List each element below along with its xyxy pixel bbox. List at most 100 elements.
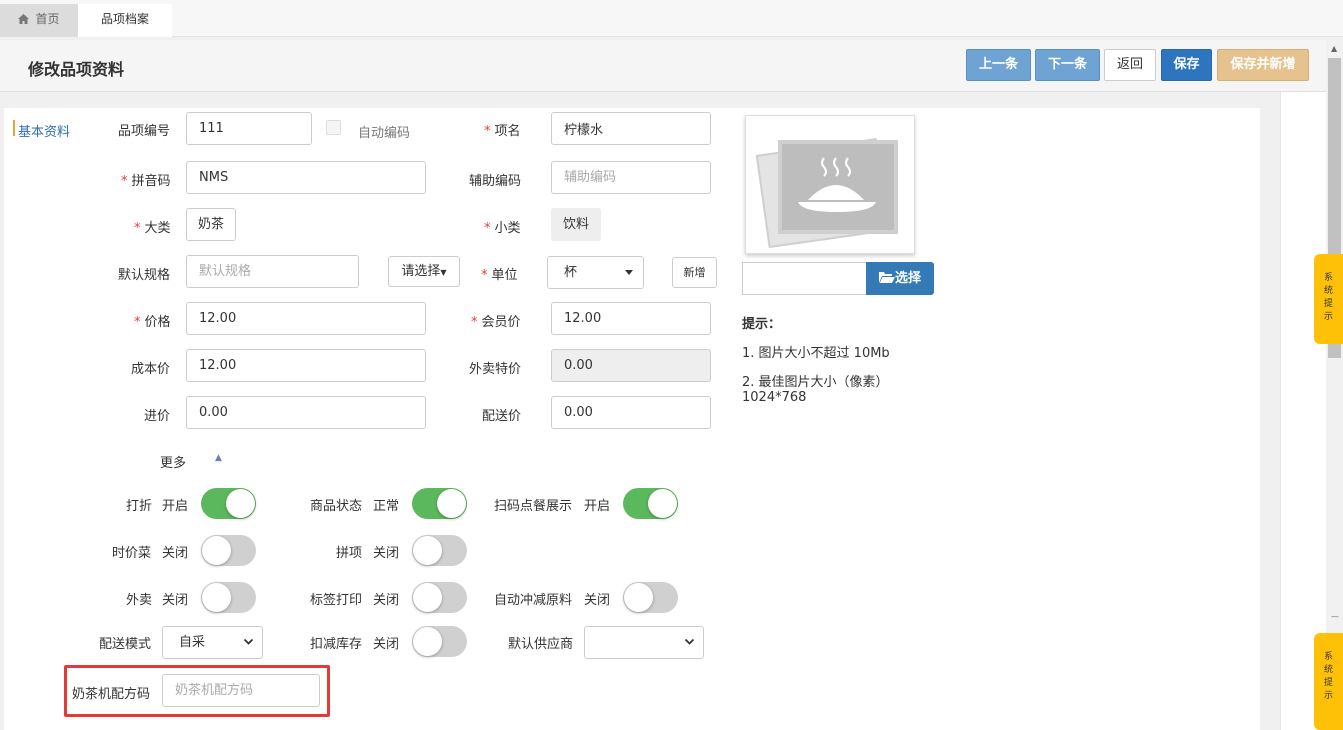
prev-button[interactable]: 上一条 (966, 49, 1031, 81)
delivery-price-input[interactable] (551, 396, 711, 429)
hint-title: 提示： (742, 317, 782, 332)
toggle-knob (202, 536, 231, 565)
code-input[interactable] (186, 112, 312, 145)
tab-home-label: 首页 (35, 12, 60, 26)
takeout-toggle[interactable] (201, 582, 256, 613)
tab-item-archive[interactable]: 品项档案 (78, 4, 172, 37)
toggle-knob (413, 536, 442, 565)
milk-tea-code-label: 奶茶机配方码 (72, 687, 151, 702)
delivery-mode-select[interactable]: 自采 (162, 626, 263, 659)
choose-image-button[interactable]: 选择 (866, 262, 934, 295)
category-label-text: 大类 (144, 221, 171, 236)
system-tip-tab[interactable]: 系统提示 (1314, 254, 1343, 344)
spec-choose-button[interactable]: 请选择▼ (388, 256, 460, 287)
status-state: 正常 (373, 499, 400, 514)
purchase-price-input[interactable] (186, 396, 426, 429)
scroll-down-arrow-icon[interactable]: — (1331, 612, 1339, 621)
unit-select-value: 杯 (564, 265, 578, 280)
pinyin-label: * 拼音码 (121, 174, 171, 189)
scroll-up-arrow-icon[interactable]: ▲ (1331, 44, 1337, 53)
caret-down-icon: ▼ (440, 268, 447, 277)
member-price-label-text: 会员价 (481, 315, 521, 330)
auto-deduct-state: 关闭 (584, 593, 611, 608)
chevron-down-icon (243, 638, 254, 645)
caret-down-icon (625, 270, 633, 275)
toggle-knob (413, 627, 442, 656)
subcategory-label-text: 小类 (494, 221, 521, 236)
toggle-knob (624, 583, 653, 612)
purchase-price-label: 进价 (144, 409, 171, 424)
supplier-select[interactable] (584, 626, 704, 659)
discount-state: 开启 (162, 499, 189, 514)
seasonal-state: 关闭 (162, 546, 189, 561)
toggle-knob (648, 489, 677, 518)
unit-add-button[interactable]: 新增 (672, 257, 717, 288)
section-basic-info[interactable]: 基本资料 (18, 121, 70, 140)
food-placeholder-icon (755, 138, 898, 249)
hint-line-2: 2. 最佳图片大小（像素） (742, 375, 889, 390)
pinyin-input[interactable] (186, 161, 426, 194)
hint-line-3: 1024*768 (742, 390, 807, 405)
deduct-stock-toggle[interactable] (412, 626, 467, 657)
page-title: 修改品项资料 (28, 60, 125, 79)
delivery-mode-label: 配送模式 (99, 637, 152, 652)
auto-code-label: 自动编码 (358, 126, 411, 141)
toggle-knob (413, 583, 442, 612)
system-tip-tab-bottom[interactable]: 系统提示 (1314, 633, 1343, 730)
page-header: 修改品项资料 上一条 下一条 返回 保存 保存并新增 (0, 40, 1328, 92)
discount-toggle[interactable] (201, 488, 256, 519)
subcategory-tag[interactable]: 饮料 (551, 208, 602, 241)
toggle-knob (437, 489, 466, 518)
takeout-state: 关闭 (162, 593, 189, 608)
spec-choose-label: 请选择 (401, 264, 441, 279)
code-label: 品项编号 (118, 124, 171, 139)
collapse-up-icon[interactable]: ▲ (215, 453, 222, 463)
hint-line-1: 1. 图片大小不超过 10Mb (742, 346, 890, 361)
category-tag[interactable]: 奶茶 (186, 208, 237, 241)
file-path-input[interactable] (742, 262, 868, 295)
deduct-stock-state: 关闭 (373, 637, 400, 652)
aux-code-input[interactable] (551, 161, 711, 194)
combo-toggle[interactable] (412, 535, 467, 566)
unit-label: * 单位 (481, 268, 518, 283)
seasonal-toggle[interactable] (201, 535, 256, 566)
supplier-label: 默认供应商 (508, 637, 574, 652)
price-input[interactable] (186, 302, 426, 335)
next-button[interactable]: 下一条 (1035, 49, 1100, 81)
toggle-knob (202, 583, 231, 612)
cost-price-input[interactable] (186, 349, 426, 382)
status-toggle[interactable] (412, 488, 467, 519)
scan-show-toggle[interactable] (623, 488, 678, 519)
unit-select[interactable]: 杯 (547, 256, 644, 289)
pinyin-label-text: 拼音码 (131, 174, 171, 189)
choose-image-label: 选择 (894, 271, 921, 286)
photo-preview[interactable] (745, 115, 915, 254)
save-button[interactable]: 保存 (1161, 49, 1212, 81)
member-price-input[interactable] (551, 302, 711, 335)
more-label[interactable]: 更多 (160, 452, 186, 471)
chevron-down-icon (684, 638, 695, 645)
scan-show-label: 扫码点餐展示 (494, 499, 573, 514)
category-label: * 大类 (134, 221, 171, 236)
home-icon (18, 14, 30, 24)
name-input[interactable] (551, 112, 711, 145)
milk-tea-code-input[interactable] (162, 674, 320, 707)
tab-home[interactable]: 首页 (0, 4, 78, 37)
save-and-new-button[interactable]: 保存并新增 (1217, 49, 1309, 81)
label-print-toggle[interactable] (412, 582, 467, 613)
auto-code-checkbox[interactable] (326, 120, 341, 135)
label-print-label: 标签打印 (310, 593, 363, 608)
tab-bar: 首页 品项档案 (0, 0, 1343, 37)
delivery-price-label: 配送价 (482, 409, 522, 424)
cost-price-label: 成本价 (131, 362, 171, 377)
scan-show-state: 开启 (584, 499, 611, 514)
auto-deduct-toggle[interactable] (623, 582, 678, 613)
auto-deduct-label: 自动冲减原料 (494, 593, 573, 608)
delivery-mode-value: 自采 (179, 635, 206, 650)
discount-label: 打折 (126, 499, 153, 514)
member-price-label: * 会员价 (471, 315, 521, 330)
combo-state: 关闭 (373, 546, 400, 561)
subcategory-label: * 小类 (484, 221, 521, 236)
back-button[interactable]: 返回 (1104, 49, 1156, 81)
spec-input[interactable] (186, 255, 359, 288)
